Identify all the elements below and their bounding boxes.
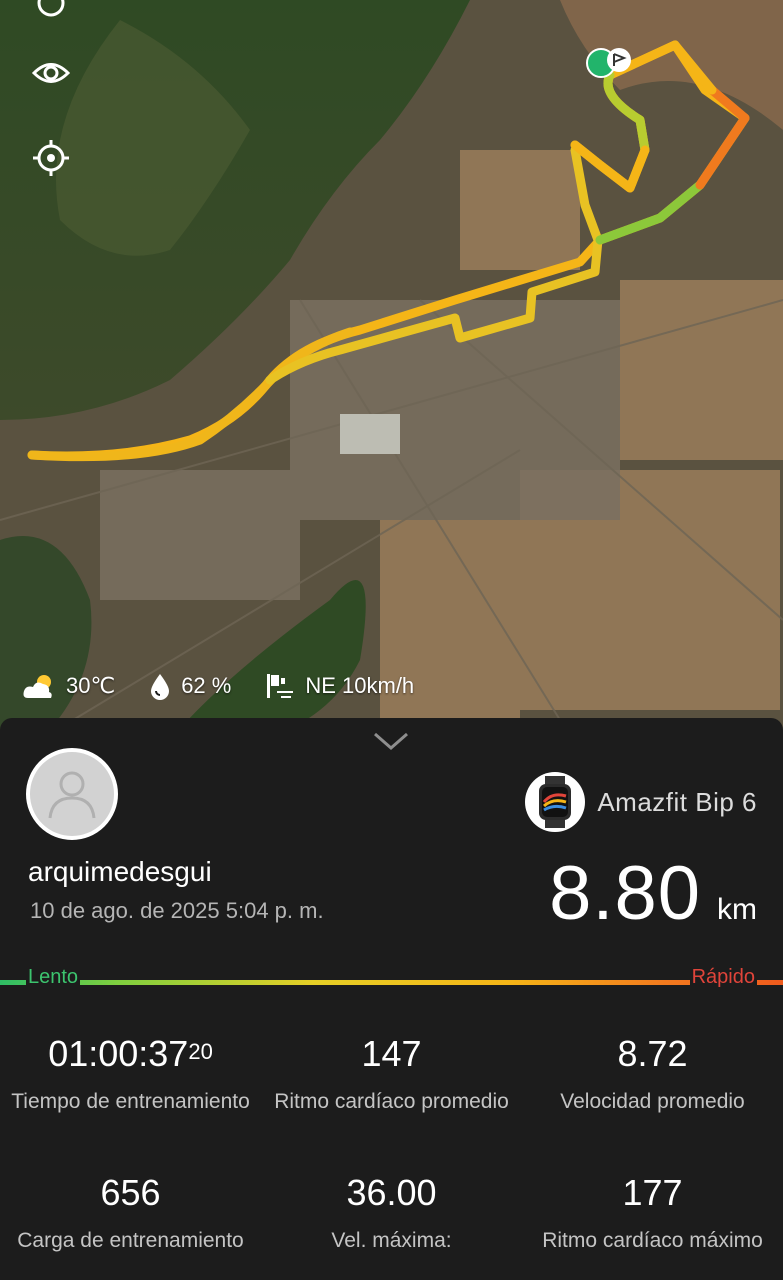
map-top-control-icon[interactable] <box>30 0 72 24</box>
stat-value: 656 <box>100 1172 161 1213</box>
weather-bar: 30℃ 62 % NE 10km/h <box>22 668 448 704</box>
stat-training-load: 656 Carga de entrenamiento <box>0 1173 261 1257</box>
stat-value: 147 <box>361 1033 422 1074</box>
partly-cloudy-icon <box>23 675 52 698</box>
smartwatch-icon <box>525 772 586 832</box>
workout-datetime: 10 de ago. de 2025 5:04 p. m. <box>30 898 324 923</box>
humidity-item: 62 % <box>149 672 231 700</box>
stat-label: Vel. máxima: <box>331 1229 452 1252</box>
stat-label: Ritmo cardíaco promedio <box>274 1090 509 1113</box>
stat-max-heart-rate: 177 Ritmo cardíaco máximo <box>522 1173 783 1257</box>
wind-flag-icon <box>267 674 294 698</box>
humidity-drop-icon <box>151 674 170 700</box>
wind-text: NE 10km/h <box>305 673 415 698</box>
distance-value: 8.80 <box>549 851 701 936</box>
speed-slow-label: Lento <box>26 966 81 989</box>
speed-fast-label: Rápido <box>689 966 757 989</box>
device-info[interactable]: Amazfit Bip 6 <box>525 772 757 832</box>
stat-label: Velocidad promedio <box>560 1090 745 1113</box>
stat-avg-speed: 8.72 Velocidad promedio <box>522 1034 783 1118</box>
chevron-down-icon[interactable] <box>372 730 410 757</box>
stat-avg-heart-rate: 147 Ritmo cardíaco promedio <box>261 1034 522 1118</box>
temperature-text: 30℃ <box>66 673 116 698</box>
stat-label: Carga de entrenamiento <box>17 1229 244 1252</box>
stat-value: 177 <box>622 1172 683 1213</box>
stat-value: 36.00 <box>346 1172 437 1213</box>
user-avatar-icon[interactable] <box>26 748 118 840</box>
stat-value: 01:00:3720 <box>48 1033 213 1074</box>
distance-unit: km <box>717 893 757 926</box>
stat-value: 8.72 <box>617 1033 688 1074</box>
stat-training-time: 01:00:3720 Tiempo de entrenamiento <box>0 1034 261 1118</box>
stat-max-speed: 36.00 Vel. máxima: <box>261 1173 522 1257</box>
locate-icon[interactable] <box>30 137 72 179</box>
satellite-map-image <box>0 0 783 740</box>
workout-summary-panel: Amazfit Bip 6 arquimedesgui 10 de ago. d… <box>0 718 783 1280</box>
route-map[interactable]: 30℃ 62 % NE 10km/h <box>0 0 783 740</box>
stat-label: Ritmo cardíaco máximo <box>542 1229 763 1252</box>
device-name: Amazfit Bip 6 <box>597 786 757 817</box>
eye-icon[interactable] <box>30 52 72 94</box>
wind-item: NE 10km/h <box>265 672 414 700</box>
temperature-item: 30℃ <box>22 672 115 700</box>
stat-label: Tiempo de entrenamiento <box>11 1090 250 1113</box>
humidity-text: 62 % <box>181 673 232 698</box>
speed-gradient-bar <box>0 980 783 985</box>
username: arquimedesgui <box>28 856 212 887</box>
total-distance: 8.80 km <box>549 850 757 937</box>
